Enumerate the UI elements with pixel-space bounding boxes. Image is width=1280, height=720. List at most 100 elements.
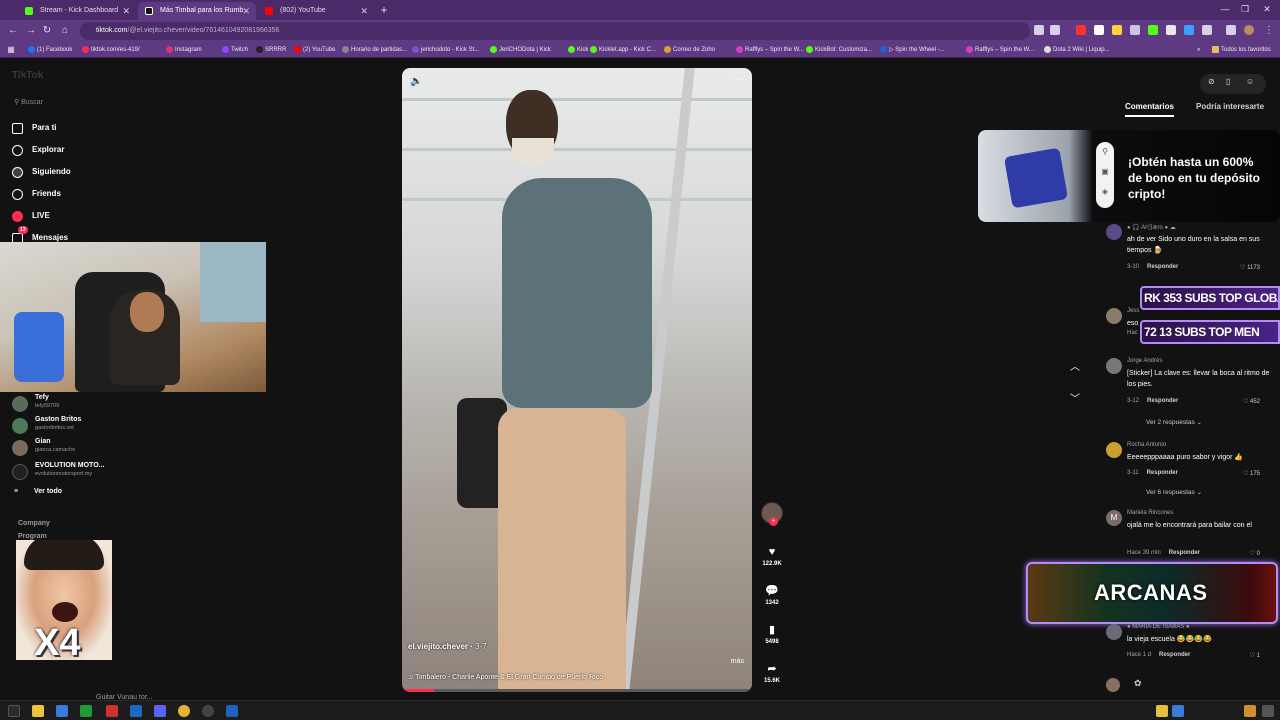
tray-icon[interactable] (1244, 705, 1256, 717)
app-icon[interactable] (106, 705, 118, 717)
commenter-name[interactable]: Rocha Antonio (1127, 442, 1166, 448)
commenter-name[interactable]: Jorge Andrés (1127, 358, 1162, 364)
comment-like[interactable]: ♡ 1 (1250, 652, 1260, 659)
comment-like[interactable]: ♡ 452 (1243, 398, 1260, 405)
menu-kebab-icon[interactable]: ⋮ (1262, 24, 1276, 38)
maximize-icon[interactable]: ❐ (1238, 2, 1252, 16)
commenter-name[interactable]: Jess (1127, 308, 1139, 314)
sticker-icon[interactable]: ✿ (1134, 678, 1142, 689)
bookmark-item[interactable]: ▷ Spin the Wheel -... (880, 42, 945, 58)
extension-icon[interactable] (1166, 25, 1176, 35)
address-bar[interactable]: tiktok.com/@el.viejito.chever/video/7614… (80, 22, 1030, 40)
minimize-icon[interactable]: — (1218, 2, 1232, 16)
obs-icon[interactable] (202, 705, 214, 717)
more-caption-link[interactable]: más (731, 658, 744, 665)
extension-icon[interactable] (1076, 25, 1086, 35)
next-video-chevron-down-icon[interactable]: ﹀ (1066, 390, 1084, 405)
tab-youtube[interactable]: (802) YouTube ✕ (258, 2, 374, 20)
tab-podria-interesarte[interactable]: Podría interesarte (1196, 102, 1264, 111)
program-link[interactable]: Program (18, 533, 47, 540)
new-tab-button[interactable]: + (377, 2, 391, 18)
reply-button[interactable]: Responder (1159, 652, 1190, 658)
nav-live[interactable]: LIVE (12, 208, 50, 224)
reply-button[interactable]: Responder (1147, 470, 1178, 476)
my-avatar[interactable] (1106, 678, 1120, 692)
bookmark-item[interactable]: Twitch (222, 42, 248, 58)
nav-explorar[interactable]: Explorar (12, 142, 64, 158)
company-link[interactable]: Company (18, 520, 50, 527)
search-input[interactable]: ⚲ Buscar (14, 98, 43, 106)
extension-icon[interactable] (1130, 25, 1140, 35)
bookmark-item[interactable]: KickBot: Customiza... (806, 42, 872, 58)
bookmark-star-icon[interactable] (1050, 25, 1060, 35)
nav-friends[interactable]: Friends (12, 186, 61, 202)
bookmark-item[interactable]: (1) Facebook (28, 42, 72, 58)
save-button[interactable]: ▮ 5498 (760, 618, 784, 645)
bookmark-item[interactable]: Rafflys – Spin the W... (736, 42, 804, 58)
tab-comentarios[interactable]: Comentarios (1125, 102, 1174, 117)
app-icon[interactable] (56, 705, 68, 717)
close-icon[interactable]: ✕ (360, 2, 368, 20)
forward-icon[interactable]: → (24, 24, 38, 38)
cast-icon[interactable] (1034, 25, 1044, 35)
like-button[interactable]: ♥ 122.9K (760, 540, 784, 567)
close-icon[interactable]: ✕ (242, 2, 250, 20)
commenter-avatar[interactable] (1106, 442, 1122, 458)
comment-like[interactable]: ♡ 1173 (1240, 264, 1260, 271)
tab-kick-dashboard[interactable]: Stream - Kick Dashboard ✕ (18, 2, 136, 20)
file-explorer-icon[interactable] (32, 705, 44, 717)
reply-button[interactable]: Responder (1147, 398, 1178, 404)
commenter-avatar[interactable] (1106, 308, 1122, 324)
bookmark-item[interactable]: tiktok.com/es-419/ (82, 42, 140, 58)
extensions-puzzle-icon[interactable] (1202, 25, 1212, 35)
bookmark-item[interactable]: Dota 2 Wiki | Liquip... (1044, 42, 1110, 58)
video-player[interactable]: 🔈 ··· el.viejito.chever · 3-7 más ♫ Timb… (402, 68, 752, 692)
commenter-avatar[interactable] (1106, 358, 1122, 374)
commenter-name[interactable]: ● MARIA DE ISABAS ● (1127, 624, 1190, 630)
settings-icon[interactable]: ⊘ (1208, 77, 1215, 86)
close-window-icon[interactable]: ✕ (1260, 2, 1274, 16)
comment-like[interactable]: ♡ 0 (1250, 550, 1260, 557)
apps-grid-icon[interactable]: ▦ (4, 43, 18, 57)
more-options-icon[interactable]: ··· (732, 74, 742, 85)
extension-icon[interactable] (1148, 25, 1158, 35)
steam-icon[interactable] (130, 705, 142, 717)
reload-icon[interactable]: ↻ (40, 24, 54, 38)
bookmark-item[interactable]: jerichodoto - Kick St... (412, 42, 479, 58)
see-all-link[interactable]: ≡ Ver todo (14, 488, 62, 495)
extension-icon[interactable] (1094, 25, 1104, 35)
close-icon[interactable]: ✕ (122, 2, 130, 20)
creator-avatar[interactable]: + (761, 502, 783, 526)
extension-icon[interactable] (1184, 25, 1194, 35)
previous-video-chevron-up-icon[interactable]: ︿ (1066, 358, 1084, 373)
bookmark-item[interactable]: Horario de partidas... (342, 42, 407, 58)
bookmark-item[interactable]: Instagram (166, 42, 202, 58)
commenter-name[interactable]: Mariela Rincones (1127, 510, 1173, 516)
bookmark-item[interactable]: Kick (568, 42, 588, 58)
volume-icon[interactable]: 🔈 (410, 76, 422, 87)
device-icon[interactable]: ▯ (1226, 77, 1230, 86)
profile-avatar[interactable] (1244, 25, 1254, 35)
all-favorites-folder[interactable]: Todos los favoritos (1212, 42, 1271, 58)
app-icon[interactable] (80, 705, 92, 717)
tiktok-logo[interactable]: TikTok (12, 70, 43, 81)
commenter-avatar[interactable] (1106, 224, 1122, 240)
nav-siguiendo[interactable]: Siguiendo (12, 164, 71, 180)
notification-icon[interactable] (1262, 705, 1274, 717)
music-track[interactable]: ♫ Timbalero - Charlie Aponte & El Gran C… (408, 674, 603, 681)
commenter-avatar[interactable]: M (1106, 510, 1122, 526)
tray-icon[interactable] (1156, 705, 1168, 717)
discord-icon[interactable] (154, 705, 166, 717)
chrome-icon[interactable] (178, 705, 190, 717)
comment-button[interactable]: 💬 1342 (760, 579, 784, 606)
reply-button[interactable]: Responder (1147, 264, 1178, 270)
start-icon[interactable] (8, 705, 20, 717)
bookmark-item[interactable]: Rafflys – Spin the W... (966, 42, 1034, 58)
view-replies-link[interactable]: Ver 2 respuestas ⌄ (1146, 418, 1202, 426)
bookmark-item[interactable]: (2) YouTube (294, 42, 335, 58)
video-progress-bar[interactable] (402, 689, 752, 692)
bookmark-item[interactable]: JeriCHODota | Kick (490, 42, 551, 58)
crypto-promo-banner[interactable]: ⚲ ▣ ◈ ¡Obtén hasta un 600% de bono en tu d… (978, 130, 1280, 222)
follow-plus-icon[interactable]: + (769, 517, 778, 526)
nav-para-ti[interactable]: Para ti (12, 120, 56, 136)
